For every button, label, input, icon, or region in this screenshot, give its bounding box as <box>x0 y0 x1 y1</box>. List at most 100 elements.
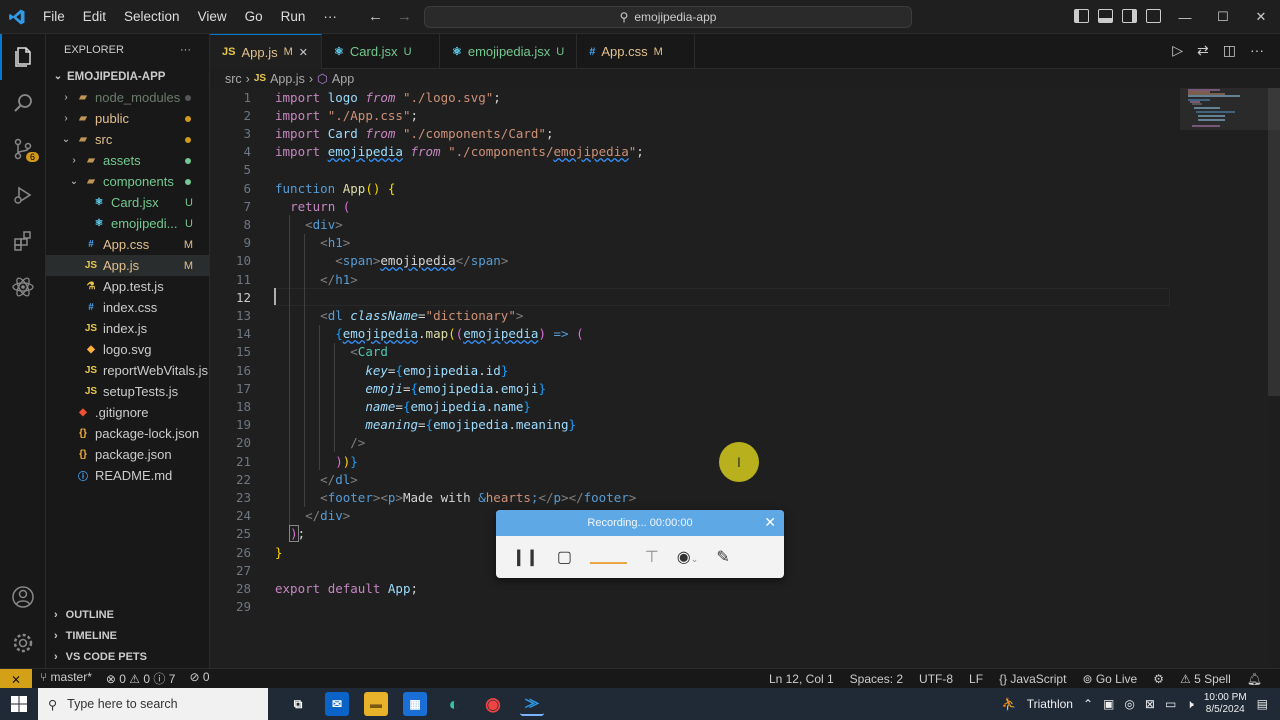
indentation[interactable]: Spaces: 2 <box>850 672 903 686</box>
code-line[interactable]: 21 ))} <box>210 452 1210 470</box>
cursor-position[interactable]: Ln 12, Col 1 <box>769 672 834 686</box>
toggle-sidebar-icon[interactable] <box>1074 9 1089 23</box>
code-line[interactable]: 20 /> <box>210 434 1210 452</box>
explorer-more-icon[interactable]: ··· <box>180 44 191 56</box>
tab-app-js[interactable]: JS App.js M ✕ <box>210 34 322 69</box>
notifications-bell-icon[interactable]: 🔔︎ <box>1247 672 1262 686</box>
close-window-button[interactable]: ✕ <box>1242 0 1280 34</box>
webcam-icon[interactable]: ◉⌄ <box>677 547 699 567</box>
forward-arrow-icon[interactable]: → <box>397 8 412 25</box>
code-line[interactable]: 13 <dl className="dictionary"> <box>210 306 1210 324</box>
tree-item[interactable]: ◆ logo.svg <box>46 339 209 360</box>
settings-gear-icon[interactable] <box>0 620 46 666</box>
code-line[interactable]: 19 meaning={emojipedia.meaning} <box>210 416 1210 434</box>
code-line[interactable]: 7 return ( <box>210 197 1210 215</box>
network-icon[interactable]: ▭ <box>1165 697 1176 711</box>
menu-item-run[interactable]: Run <box>272 9 315 24</box>
remote-icon[interactable]: ⨯ <box>0 668 32 689</box>
branch-indicator[interactable]: ⑂ master* <box>40 670 92 687</box>
menu-item-more[interactable]: ··· <box>314 9 346 24</box>
toggle-panel-icon[interactable] <box>1098 9 1113 23</box>
code-line[interactable]: 18 name={emojipedia.name} <box>210 397 1210 415</box>
code-line[interactable]: 8 <div> <box>210 215 1210 233</box>
encoding[interactable]: UTF-8 <box>919 672 953 686</box>
store-app-icon[interactable]: ▦ <box>403 692 427 716</box>
breadcrumb-folder[interactable]: src <box>225 72 242 86</box>
tree-item[interactable]: ⌄ ▰ src <box>46 129 209 150</box>
pen-icon[interactable]: ✎ <box>716 547 729 567</box>
run-icon[interactable]: ▷ <box>1172 42 1183 59</box>
account-icon[interactable] <box>0 574 46 620</box>
timeline-section[interactable]: › TIMELINE <box>46 625 117 646</box>
compare-icon[interactable]: ⇄ <box>1197 42 1209 59</box>
code-line[interactable]: 16 key={emojipedia.id} <box>210 361 1210 379</box>
menu-item-view[interactable]: View <box>189 9 236 24</box>
edge-browser-icon[interactable]: ◐ <box>442 692 466 716</box>
code-line[interactable]: 3 import Card from "./components/Card"; <box>210 124 1210 142</box>
ports-indicator[interactable]: ⊘ 0 <box>189 670 209 687</box>
tree-item[interactable]: JS App.js M <box>46 255 209 276</box>
react-icon[interactable] <box>0 264 46 310</box>
tree-item[interactable]: › ▰ node_modules <box>46 87 209 108</box>
tree-item[interactable]: JS index.js <box>46 318 209 339</box>
command-center[interactable]: ⚲ emojipedia-app <box>424 6 912 28</box>
run-debug-icon[interactable] <box>0 172 46 218</box>
tray-app-icon[interactable]: ⊠ <box>1145 697 1155 711</box>
code-line[interactable]: 12 <box>210 288 1210 306</box>
tree-item[interactable]: JS setupTests.js <box>46 381 209 402</box>
tree-item[interactable]: {} package-lock.json <box>46 423 209 444</box>
chrome-browser-icon[interactable]: ◉ <box>481 692 505 716</box>
code-line[interactable]: 29 <box>210 598 1210 616</box>
menu-item-selection[interactable]: Selection <box>115 9 189 24</box>
stop-icon[interactable]: ▢ <box>557 547 572 567</box>
extensions-icon[interactable] <box>0 218 46 264</box>
windows-start-icon[interactable] <box>0 696 38 712</box>
minimap[interactable] <box>1180 88 1280 140</box>
code-line[interactable]: 11 </h1> <box>210 270 1210 288</box>
code-line[interactable]: 23 <footer><p>Made with &hearts;</p></fo… <box>210 488 1210 506</box>
code-line[interactable]: 10 <span>emojipedia</span> <box>210 252 1210 270</box>
clock[interactable]: 10:00 PM 8/5/2024 <box>1204 692 1247 716</box>
code-line[interactable]: 5 <box>210 161 1210 179</box>
workspace-root[interactable]: ⌄ EMOJIPEDIA-APP <box>46 66 209 87</box>
mic-slider-icon[interactable]: ⊤ <box>645 547 659 567</box>
tree-item[interactable]: ⚛ Card.jsx U <box>46 192 209 213</box>
weather-label[interactable]: Triathlon <box>1027 697 1073 711</box>
tree-item[interactable]: › ▰ public <box>46 108 209 129</box>
toggle-secondary-sidebar-icon[interactable] <box>1122 9 1137 23</box>
spell-indicator[interactable]: ⚠ 5 Spell <box>1180 672 1231 686</box>
breadcrumb-file[interactable]: App.js <box>270 72 305 86</box>
tree-item[interactable]: # App.css M <box>46 234 209 255</box>
back-arrow-icon[interactable]: ← <box>368 8 383 25</box>
notifications-icon[interactable]: ▤ <box>1257 697 1268 711</box>
file-explorer-icon[interactable]: ▬ <box>364 692 388 716</box>
explorer-icon[interactable] <box>0 34 46 80</box>
tree-item[interactable]: {} package.json <box>46 444 209 465</box>
customize-layout-icon[interactable] <box>1146 9 1161 23</box>
line-ending[interactable]: LF <box>969 672 983 686</box>
mail-app-icon[interactable]: ✉ <box>325 692 349 716</box>
menu-item-go[interactable]: Go <box>236 9 272 24</box>
tab-emojipedia-jsx[interactable]: ⚛ emojipedia.jsx U <box>440 34 578 69</box>
menu-item-edit[interactable]: Edit <box>74 9 115 24</box>
tab-close-icon[interactable]: ✕ <box>299 46 308 59</box>
tree-item[interactable]: ⚛ emojipedi... U <box>46 213 209 234</box>
language-mode[interactable]: {} JavaScript <box>999 672 1066 686</box>
tree-item[interactable]: › ▰ assets <box>46 150 209 171</box>
code-line[interactable]: 9 <h1> <box>210 234 1210 252</box>
code-editor[interactable]: 1 import logo from "./logo.svg"; 2 import "… <box>210 88 1268 668</box>
code-line[interactable]: 15 <Card <box>210 343 1210 361</box>
vscode-taskbar-icon[interactable]: ⨠ <box>520 692 544 716</box>
more-actions-icon[interactable]: ··· <box>1250 42 1264 59</box>
tray-overflow-icon[interactable]: ⌃ <box>1083 697 1093 711</box>
tree-item[interactable]: ⚗ App.test.js <box>46 276 209 297</box>
maximize-button[interactable]: ☐ <box>1204 0 1242 34</box>
tree-item[interactable]: ⌄ ▰ components <box>46 171 209 192</box>
vscode-pets-section[interactable]: › VS CODE PETS <box>46 646 147 667</box>
tree-item[interactable]: JS reportWebVitals.js <box>46 360 209 381</box>
tree-item[interactable]: ◆ .gitignore <box>46 402 209 423</box>
taskbar-search[interactable]: ⚲ Type here to search <box>38 688 268 720</box>
editor-scrollbar[interactable] <box>1268 88 1280 396</box>
volume-icon[interactable]: 🕨︎ <box>1186 697 1194 712</box>
tray-app-icon[interactable]: ◎ <box>1124 697 1134 711</box>
